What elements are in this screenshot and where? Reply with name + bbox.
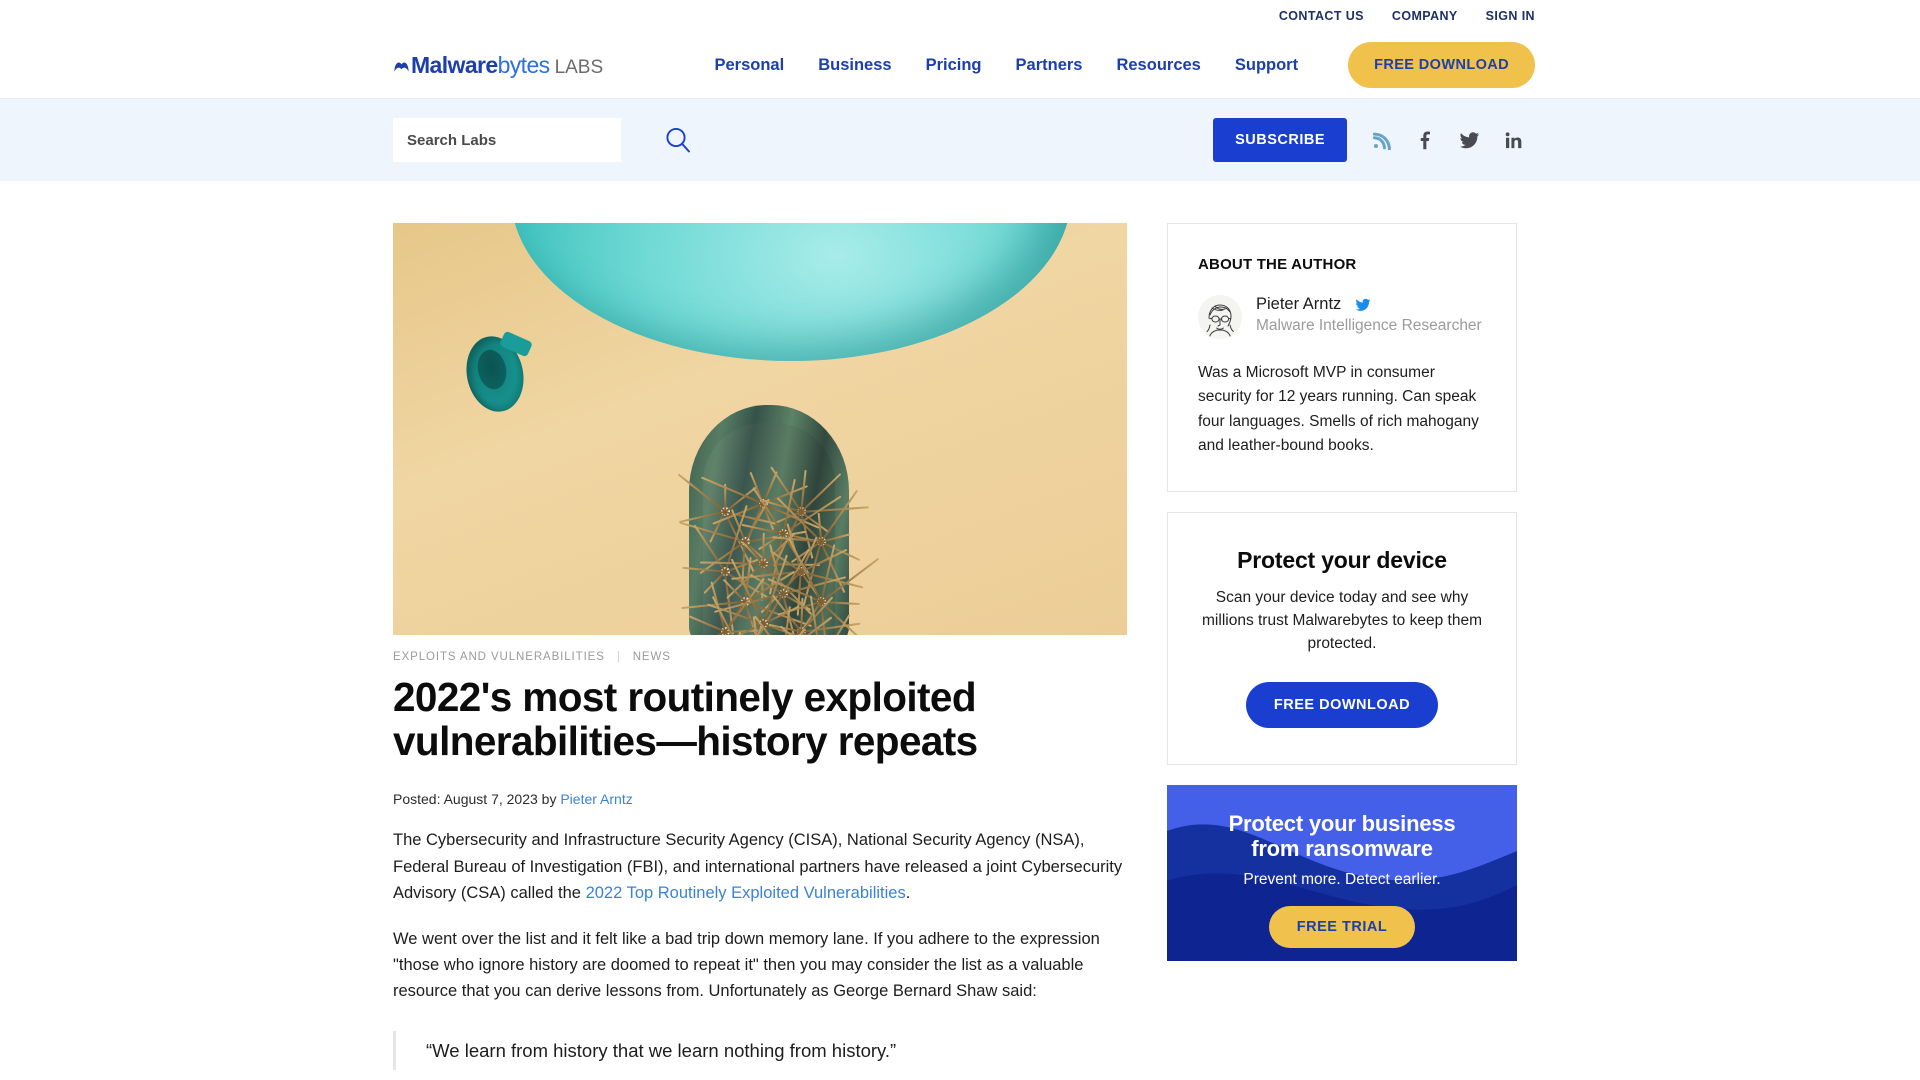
nav-link-support[interactable]: Support <box>1235 56 1298 75</box>
page-body: EXPLOITS AND VULNERABILITIES | NEWS 2022… <box>0 181 1920 1071</box>
article-hero-image <box>393 223 1127 635</box>
paragraph-1-text-b: . <box>905 883 911 902</box>
labs-actions: SUBSCRIBE <box>1213 118 1535 162</box>
utility-link-company[interactable]: COMPANY <box>1392 9 1458 23</box>
author-name-line: Pieter Arntz <box>1256 295 1482 314</box>
utility-link-sign-in[interactable]: SIGN IN <box>1486 9 1535 23</box>
subscribe-button[interactable]: SUBSCRIBE <box>1213 118 1347 162</box>
rss-icon[interactable] <box>1359 118 1403 162</box>
balloon-graphic <box>511 223 1071 361</box>
author-name: Pieter Arntz <box>1256 295 1342 313</box>
nav-link-business[interactable]: Business <box>818 56 891 75</box>
search-area <box>393 118 693 162</box>
author-details: Pieter Arntz Malware Intelligence Resear… <box>1256 295 1482 337</box>
article-categories: EXPLOITS AND VULNERABILITIES | NEWS <box>393 651 1127 663</box>
category-separator: | <box>616 651 621 663</box>
article-paragraph-2: We went over the list and it felt like a… <box>393 929 1100 1001</box>
linkedin-icon[interactable] <box>1491 118 1535 162</box>
nav-link-resources[interactable]: Resources <box>1116 56 1200 75</box>
about-the-author-card: ABOUT THE AUTHOR Pieter Arntz Malware In… <box>1167 223 1517 492</box>
article-byline: Posted: August 7, 2023 by Pieter Arntz <box>393 791 1127 807</box>
twitter-icon[interactable] <box>1355 297 1371 313</box>
article-pullquote: “We learn from history that we learn not… <box>393 1030 1127 1071</box>
protect-business-subtitle: Prevent more. Detect earlier. <box>1243 870 1441 888</box>
sidebar: ABOUT THE AUTHOR Pieter Arntz Malware In… <box>1167 223 1517 961</box>
protect-business-title-line2: from ransomware <box>1251 836 1433 862</box>
byline-posted-text: Posted: August 7, 2023 by <box>393 791 561 808</box>
protect-your-business-card: Protect your business from ransomware Pr… <box>1167 784 1517 961</box>
search-input[interactable] <box>393 118 621 162</box>
logo-text-labs: LABS <box>554 56 604 78</box>
protect-business-title-line1: Protect your business <box>1228 810 1456 836</box>
nav-link-partners[interactable]: Partners <box>1016 56 1083 75</box>
category-news[interactable]: NEWS <box>633 651 671 663</box>
protect-device-title: Protect your device <box>1237 546 1447 573</box>
author-avatar-sketch <box>1198 295 1242 339</box>
utility-link-contact-us[interactable]: CONTACT US <box>1279 9 1364 23</box>
main-header: Malware bytes LABS Personal Business Pric… <box>0 32 1920 98</box>
about-author-heading: ABOUT THE AUTHOR <box>1198 256 1357 273</box>
logo-text-malware: Malware <box>411 51 498 78</box>
author-row: Pieter Arntz Malware Intelligence Resear… <box>1198 295 1486 339</box>
free-trial-button[interactable]: FREE TRIAL <box>1268 905 1416 948</box>
article-headline: 2022's most routinely exploited vulnerab… <box>393 674 978 765</box>
business-card-content: Protect your business from ransomware Pr… <box>1167 785 1517 948</box>
free-download-button[interactable]: FREE DOWNLOAD <box>1348 42 1535 88</box>
twitter-icon[interactable] <box>1447 118 1491 162</box>
protect-business-title: Protect your business from ransomware <box>1167 811 1517 862</box>
search-icon[interactable] <box>663 125 693 155</box>
primary-nav: Personal Business Pricing Partners Resou… <box>715 42 1535 88</box>
labs-toolbar: SUBSCRIBE <box>0 98 1920 181</box>
social-links <box>1359 118 1535 162</box>
author-role: Malware Intelligence Researcher <box>1256 317 1482 334</box>
cisa-advisory-link[interactable]: 2022 Top Routinely Exploited Vulnerabili… <box>586 884 906 902</box>
nav-link-pricing[interactable]: Pricing <box>926 56 982 75</box>
byline-author-link[interactable]: Pieter Arntz <box>560 791 632 807</box>
facebook-icon[interactable] <box>1403 118 1447 162</box>
malwarebytes-labs-logo[interactable]: Malware bytes LABS <box>393 52 603 79</box>
author-bio: Was a Microsoft MVP in consumer security… <box>1198 364 1479 455</box>
free-download-sidebar-button[interactable]: FREE DOWNLOAD <box>1245 681 1439 728</box>
malwarebytes-m-icon <box>393 54 410 71</box>
logo-text-bytes: bytes <box>497 51 551 78</box>
protect-your-device-card: Protect your device Scan your device tod… <box>1167 511 1517 765</box>
protect-device-text: Scan your device today and see why milli… <box>1202 588 1482 653</box>
article: EXPLOITS AND VULNERABILITIES | NEWS 2022… <box>393 223 1127 1071</box>
category-exploits-and-vulnerabilities[interactable]: EXPLOITS AND VULNERABILITIES <box>393 651 605 663</box>
nav-link-personal[interactable]: Personal <box>715 56 785 75</box>
utility-nav: CONTACT US COMPANY SIGN IN <box>0 0 1920 32</box>
article-paragraph-1: The Cybersecurity and Infrastructure Sec… <box>393 827 1127 906</box>
